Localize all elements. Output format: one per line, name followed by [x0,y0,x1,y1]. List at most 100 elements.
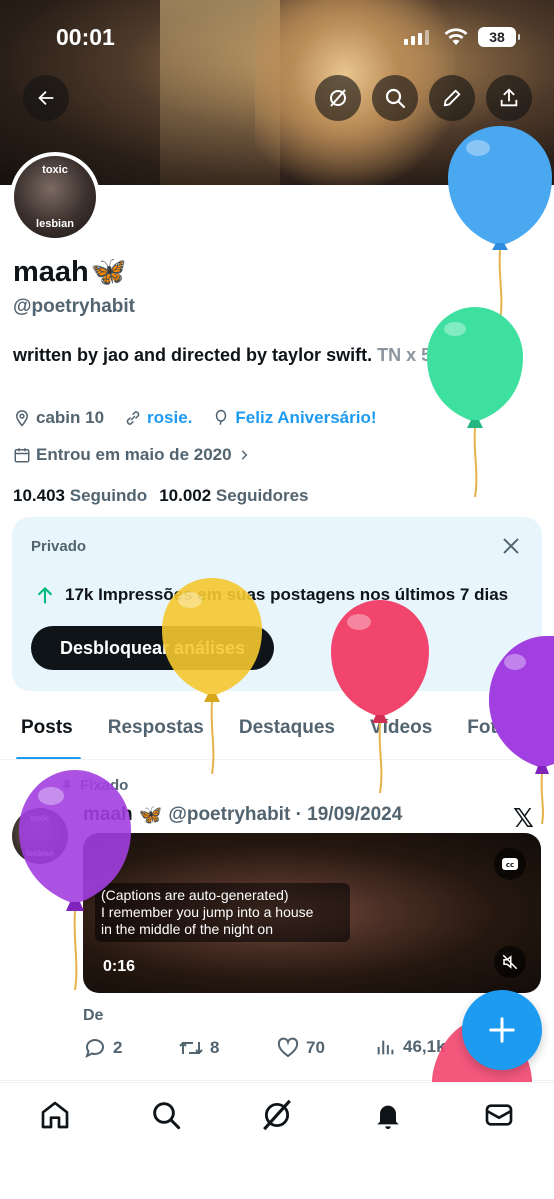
location-text: cabin 10 [36,408,105,427]
home-icon [41,1101,69,1129]
post-header: maah 🦋 @poetryhabit · 19/09/2024 [83,803,402,827]
arrow-up-icon [38,586,52,604]
video-duration: 0:16 [103,958,136,975]
grok-icon [263,1099,291,1131]
profile-display-name: maah 🦋 [13,255,127,289]
share-button[interactable] [486,75,532,121]
svg-text:cc: cc [506,861,514,869]
profile-tabs: Posts Respostas Destaques Vídeos Fotos A [0,705,554,760]
follow-stats: 10.403 Seguindo 10.002 Seguidores [13,486,309,506]
edit-profile-button[interactable] [429,75,475,121]
caption-line-2: I remember you jump into a house [101,904,314,920]
nav-grok[interactable] [259,1097,295,1133]
caption-line-3: in the middle of the night on [101,921,274,937]
location-item: cabin 10 [13,408,104,428]
profile-link[interactable]: rosie. [147,408,192,428]
repost-count: 8 [210,1038,220,1057]
nav-notifications[interactable] [370,1097,406,1133]
following-count: 10.403 [13,486,65,505]
pinned-label: Fixado [60,777,128,794]
tab-more[interactable]: A [533,705,554,759]
bio-text: written by jao and directed by taylor sw… [13,345,373,365]
reply-button[interactable]: 2 [83,1036,122,1060]
captions-button[interactable]: cc [494,848,526,880]
post-avatar-text-top: toxic [30,814,50,823]
tab-replies[interactable]: Respostas [87,705,218,759]
post-handle-date: @poetryhabit · 19/09/2024 [168,804,403,825]
search-button[interactable] [372,75,418,121]
avatar-text-bottom: lesbian [36,218,74,230]
tab-posts[interactable]: Posts [0,705,87,759]
following-stat[interactable]: 10.403 Seguindo [13,486,147,506]
nav-search[interactable] [148,1097,184,1133]
status-bar: 00:01 38 [0,0,554,72]
close-icon[interactable] [500,535,522,557]
edit-icon [443,89,461,107]
wifi-icon [444,28,468,45]
x-logo-icon: 𝕏 [513,803,534,833]
profile-avatar[interactable]: toxic lesbian [10,152,100,242]
impressions-text: 17k Impressões em suas postagens nos últ… [65,585,509,604]
post-video[interactable]: (Captions are auto-generated) I remember… [83,833,541,993]
reply-icon [85,1039,104,1058]
tab-photos[interactable]: Fotos [446,705,533,759]
cellular-signal-icon [404,30,429,45]
link-icon [126,411,140,425]
nav-messages[interactable] [481,1097,517,1133]
divider [0,1080,554,1081]
like-icon [277,1037,299,1058]
chevron-right-icon [241,450,247,460]
grok-button[interactable] [315,75,361,121]
balloon-icon [216,409,227,425]
joined-row[interactable]: Entrou em maio de 2020 [13,445,271,465]
tab-videos[interactable]: Vídeos [349,705,446,759]
bell-icon [377,1105,399,1129]
joined-text: Entrou em maio de 2020 [36,445,232,464]
profile-handle: @poetryhabit [13,296,135,317]
views-button[interactable]: 46,1k [375,1036,446,1058]
back-button[interactable] [23,75,69,121]
reply-count: 2 [113,1038,123,1057]
bottom-navigation [0,1082,554,1199]
card-title: Privado [31,538,87,555]
birthday-text[interactable]: Feliz Aniversário! [235,408,376,428]
mute-icon [502,954,518,970]
unlock-analytics-button[interactable]: Desbloquear análises [31,626,274,670]
views-icon [377,1040,394,1055]
post-author[interactable]: maah [83,804,133,826]
tab-highlights[interactable]: Destaques [218,705,349,759]
post-avatar[interactable]: toxic lesbian [12,808,68,864]
location-icon [15,410,29,427]
plus-icon [489,1017,515,1043]
back-arrow-icon [38,90,54,106]
followers-stat[interactable]: 10.002 Seguidores [159,486,308,506]
followers-label: Seguidores [215,486,309,505]
display-name-text: maah [13,255,89,288]
balloon-green [427,307,523,498]
profile-meta-row: cabin 10 rosie. Feliz Aniversário! [13,408,397,428]
grok-icon [330,89,346,107]
birthday-item[interactable]: Feliz Aniversário! [212,408,377,428]
view-count: 46,1k [403,1037,446,1056]
nav-home[interactable] [37,1097,73,1133]
compose-post-button[interactable] [462,990,542,1070]
calendar-icon [14,448,30,463]
like-button[interactable]: 70 [276,1036,325,1060]
mail-icon [485,1104,513,1126]
post-text: De [83,1007,104,1024]
joined-item: Entrou em maio de 2020 [13,445,251,465]
following-label: Seguindo [69,486,148,505]
repost-icon [179,1041,203,1055]
search-icon [153,1102,181,1130]
share-icon [500,88,518,107]
mute-button[interactable] [494,946,526,978]
avatar-text-top: toxic [42,164,68,176]
pin-icon [62,779,72,792]
link-item[interactable]: rosie. [124,408,192,428]
like-count: 70 [306,1038,325,1057]
butterfly-emoji: 🦋 [90,256,127,288]
video-captions: (Captions are auto-generated) I remember… [95,883,350,942]
repost-button[interactable]: 8 [178,1036,219,1060]
caption-line-1: (Captions are auto-generated) [101,887,289,903]
cc-icon: cc [502,858,518,870]
